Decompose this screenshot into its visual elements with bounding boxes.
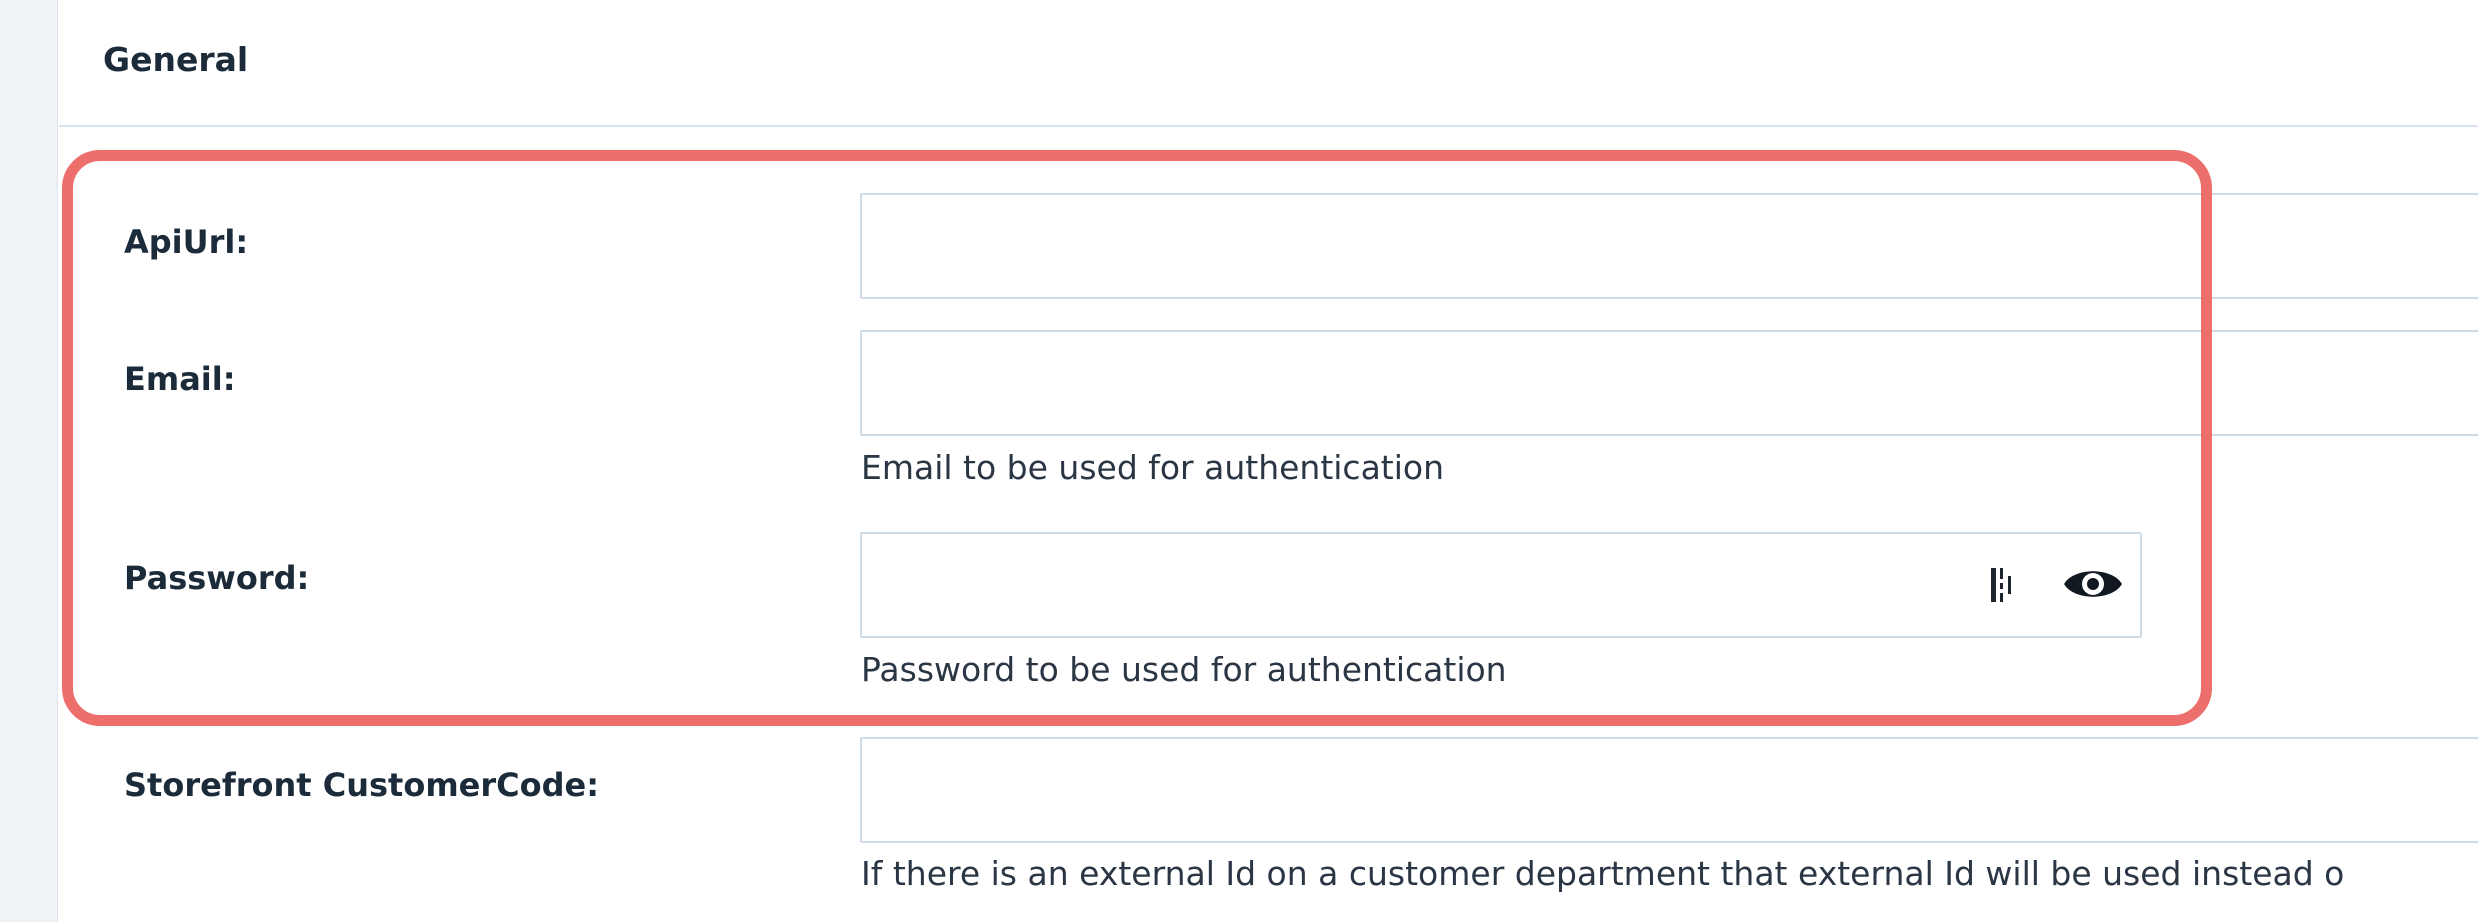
api-url-label: ApiUrl: <box>124 223 249 261</box>
settings-page: General ApiUrl: Email: Email to be used … <box>0 0 2478 922</box>
api-url-input[interactable] <box>860 193 2478 299</box>
section-title: General <box>103 40 249 79</box>
storefront-customer-code-label: Storefront CustomerCode: <box>124 766 600 804</box>
storefront-customer-code-input[interactable] <box>860 737 2478 843</box>
section-header <box>59 0 2478 127</box>
password-label: Password: <box>124 559 310 597</box>
storefront-customer-code-help-text: If there is an external Id on a customer… <box>861 854 2345 893</box>
email-label: Email: <box>124 360 236 398</box>
left-side-strip <box>0 0 58 922</box>
eye-icon[interactable] <box>2060 562 2126 606</box>
password-input[interactable] <box>860 532 2142 638</box>
email-input[interactable] <box>860 330 2478 436</box>
password-help-text: Password to be used for authentication <box>861 650 1507 689</box>
email-help-text: Email to be used for authentication <box>861 448 1445 487</box>
password-manager-icon[interactable] <box>1990 567 2020 603</box>
